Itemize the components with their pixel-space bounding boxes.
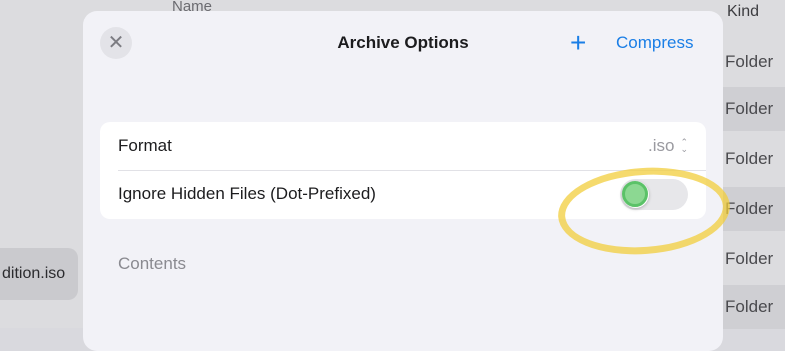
add-button[interactable]: + [570, 29, 586, 57]
contents-section-header: Contents [118, 254, 187, 273]
format-row[interactable]: Format .iso ⌃ ⌄ [100, 122, 706, 170]
format-value: .iso [647, 136, 675, 155]
format-picker[interactable]: .iso ⌃ ⌄ [648, 136, 688, 156]
ignore-hidden-label: Ignore Hidden Files (Dot-Prefixed) [118, 184, 376, 203]
format-label: Format [118, 136, 172, 155]
compress-button[interactable]: Compress [616, 33, 693, 53]
column-header-kind[interactable]: Kind [727, 3, 759, 21]
chevron-up-down-icon: ⌃ ⌄ [680, 137, 688, 154]
selected-file-name[interactable]: dition.iso [0, 248, 78, 300]
kind-cell: Folder [725, 52, 774, 71]
kind-cell: Folder [722, 285, 785, 329]
kind-cell: Folder [725, 249, 774, 268]
kind-cell: Folder [725, 149, 774, 168]
plus-icon: + [570, 27, 587, 58]
kind-cell: Folder [722, 87, 785, 131]
kind-cell: Folder [722, 187, 785, 231]
